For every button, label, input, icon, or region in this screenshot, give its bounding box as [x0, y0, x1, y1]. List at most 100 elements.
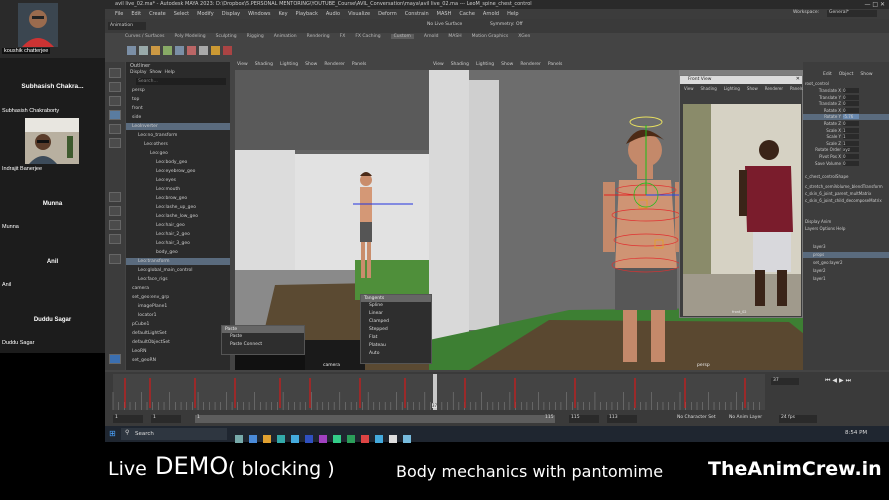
vp-menu-item[interactable]: View	[684, 86, 694, 91]
channel-row[interactable]: Rotate Order xyz	[803, 147, 889, 153]
outliner-item[interactable]: Leo:brow_geo	[126, 195, 230, 202]
shelf-tab[interactable]: Animation	[274, 34, 297, 39]
range-bar[interactable]: 1	[195, 415, 555, 423]
outliner-item[interactable]: LeoRN	[126, 348, 230, 355]
outliner-item[interactable]: Leo:geo	[126, 150, 230, 157]
channel-row[interactable]: Translate Y0	[803, 94, 889, 101]
layer-row[interactable]: props	[803, 252, 889, 258]
shelf-tab[interactable]: Rigging	[247, 34, 264, 39]
fps-select[interactable]: 24 fps	[779, 415, 817, 423]
channel-value[interactable]: 1	[843, 127, 859, 133]
outliner-menu-display[interactable]: Display	[130, 70, 147, 75]
scale-tool-icon[interactable]	[109, 138, 121, 148]
channel-value[interactable]: 0	[843, 160, 859, 166]
participant-tile[interactable]: Anil Anil	[0, 232, 105, 290]
outliner-item[interactable]: Leo:mouth	[126, 186, 230, 193]
shelf-tab[interactable]: FX	[340, 34, 346, 39]
range-end-field[interactable]: 115	[569, 415, 599, 423]
menu-deform[interactable]: Deform	[378, 11, 397, 17]
shelf-tab[interactable]: Arnold	[424, 34, 439, 39]
shelf-tab[interactable]: MASH	[448, 34, 461, 39]
move-tool-icon[interactable]	[109, 110, 121, 120]
shelf-tab[interactable]: Rendering	[307, 34, 330, 39]
menu-item-auto[interactable]: Auto	[361, 350, 431, 358]
outliner-item[interactable]: pCube1	[126, 321, 230, 328]
vp-menu-item[interactable]: Lighting	[476, 62, 494, 67]
outliner-item[interactable]: Leo:body_geo	[126, 159, 230, 166]
layout-two-icon[interactable]	[109, 220, 121, 230]
playback-controls[interactable]: ⏮◀▶⏭	[825, 377, 853, 385]
channel-row[interactable]: Translate X0	[803, 88, 889, 94]
outliner-item[interactable]: set_geoRN	[126, 357, 230, 364]
channel-value[interactable]: 0	[843, 88, 859, 93]
channel-row[interactable]: Scale Y1	[803, 134, 889, 140]
menu-cache[interactable]: Cache	[459, 11, 475, 17]
outliner-item[interactable]: Leo:transform	[126, 258, 230, 265]
menu-create[interactable]: Create	[149, 11, 166, 17]
shelf-tab[interactable]: Motion Graphics	[472, 34, 509, 39]
symmetry-field[interactable]: Symmetry: Off	[490, 22, 523, 27]
menu-arnold[interactable]: Arnold	[483, 11, 499, 17]
taskbar-apps[interactable]	[235, 429, 485, 443]
vp-menu-item[interactable]: Show	[747, 86, 758, 91]
outliner-item[interactable]: side	[126, 114, 230, 121]
channel-value[interactable]: 0	[843, 101, 859, 107]
live-surface-field[interactable]: No Live Surface	[427, 22, 462, 27]
participant-tile[interactable]: Subhasish Chakra... Subhasish Chakrabort…	[0, 58, 105, 116]
outliner-item[interactable]: Leo:hair_2_geo	[126, 231, 230, 238]
outliner-menu-help[interactable]: Help	[165, 70, 175, 75]
vp-menu-item[interactable]: Shading	[451, 62, 469, 67]
outliner-item[interactable]: Leo:hair_geo	[126, 222, 230, 229]
range-start2-field[interactable]: 1	[151, 415, 181, 423]
layer-tab-anim[interactable]: Anim	[821, 219, 831, 224]
outliner-item[interactable]: front	[126, 105, 230, 112]
outliner-item[interactable]: Leo:eyebrow_geo	[126, 168, 230, 175]
participant-tile[interactable]: Indrajit Banerjee	[0, 116, 105, 174]
rotate-tool-icon[interactable]	[109, 124, 121, 134]
range-end2-field[interactable]: 113	[607, 415, 637, 423]
vp-menu-item[interactable]: Show	[501, 62, 513, 67]
mode-select[interactable]: Animation	[108, 22, 146, 30]
vp-menu-item[interactable]: Panels	[790, 86, 803, 91]
outliner-search-input[interactable]: Search...	[136, 78, 226, 85]
front-view-window[interactable]: Front View ✕ View Shading Lighting Show Rend…	[679, 75, 803, 318]
vp-menu-item[interactable]: View	[237, 62, 248, 67]
channel-row[interactable]: Rotate X0	[803, 107, 889, 114]
menu-item-linear[interactable]: Linear	[361, 310, 431, 318]
menu-select[interactable]: Select	[174, 11, 189, 17]
outliner-item[interactable]: defaultObjectSet	[126, 339, 230, 346]
character-set-field[interactable]: No Character Set	[677, 415, 716, 420]
layer-row[interactable]: layer1	[803, 276, 889, 282]
layout-four-icon[interactable]	[109, 206, 121, 216]
menu-modify[interactable]: Modify	[197, 11, 214, 17]
outliner-item[interactable]: Leo:lashe_low_geo	[126, 213, 230, 220]
paint-tool-icon[interactable]	[109, 96, 121, 106]
chan-menu-edit[interactable]: Edit	[823, 72, 832, 77]
participant-tile[interactable]: koushik chatterjee	[0, 0, 105, 58]
vp-menu-item[interactable]: Panels	[352, 62, 366, 67]
menu-edit[interactable]: Edit	[131, 11, 141, 17]
menu-item-paste[interactable]: Paste	[222, 333, 304, 341]
layer-row[interactable]: set_geo:layer2	[803, 260, 889, 266]
channel-row[interactable]: Scale X1	[803, 127, 889, 134]
channel-row[interactable]: Translate Z0	[803, 101, 889, 107]
taskbar-search-input[interactable]: Search	[121, 428, 227, 440]
anim-layer-field[interactable]: No Anim Layer	[729, 415, 762, 420]
channel-row[interactable]: Scale Z1	[803, 140, 889, 147]
outliner-item[interactable]: camera	[126, 285, 230, 292]
outliner-item[interactable]: Leo:global_main_control	[126, 267, 230, 274]
outliner-item[interactable]: persp	[126, 87, 230, 94]
close-icon[interactable]: ✕	[796, 76, 800, 82]
outliner-item[interactable]: locator1	[126, 312, 230, 319]
vp-menu-item[interactable]: Renderer	[324, 62, 345, 67]
menu-item-stepped[interactable]: Stepped	[361, 326, 431, 334]
vp-menu-item[interactable]: Renderer	[765, 86, 783, 91]
vp-menu-item[interactable]: Lighting	[280, 62, 298, 67]
menu-item-plateau[interactable]: Plateau	[361, 342, 431, 350]
shelf-tab-active[interactable]: Custom	[390, 34, 414, 39]
vp-menu-item[interactable]: Lighting	[724, 86, 740, 91]
current-frame-field[interactable]: 37	[771, 378, 799, 385]
windows-start-icon[interactable]: ⊞	[109, 429, 116, 438]
shelf-tab[interactable]: Curves / Surfaces	[125, 34, 165, 39]
vp-menu-item[interactable]: Panels	[548, 62, 562, 67]
